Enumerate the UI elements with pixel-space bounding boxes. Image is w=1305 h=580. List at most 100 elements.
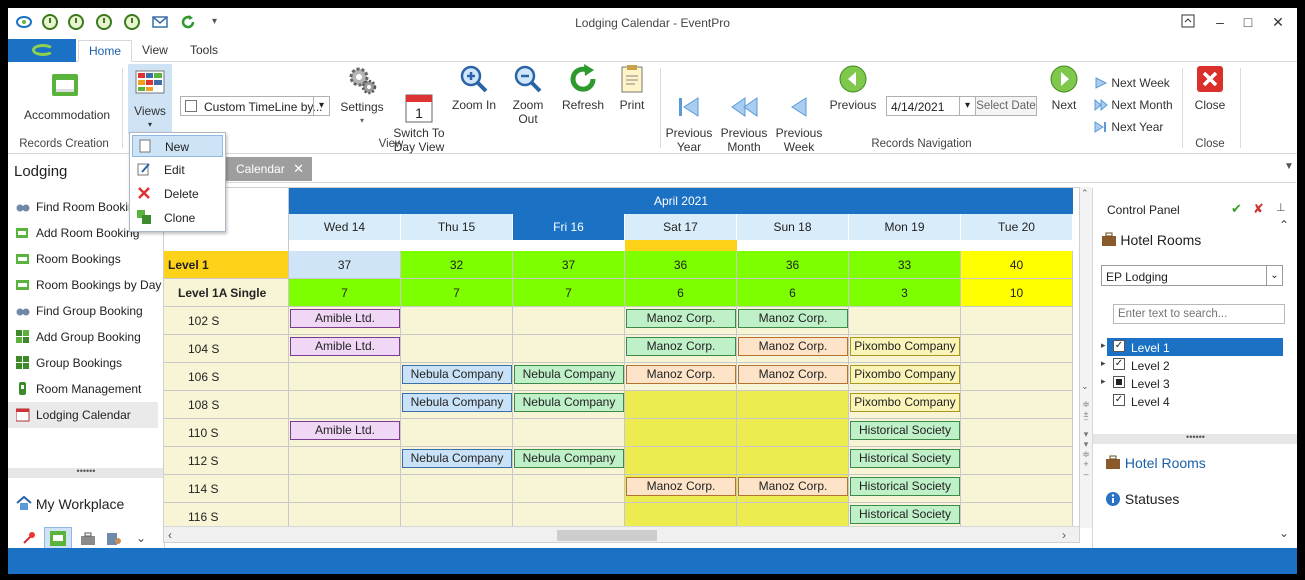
- expand-icon[interactable]: ▸: [1101, 340, 1106, 351]
- booking-block[interactable]: Historical Society: [850, 449, 960, 468]
- day-header[interactable]: Tue 20: [961, 214, 1073, 240]
- minimize-button[interactable]: –: [1210, 14, 1230, 32]
- room-type-availability-cell[interactable]: 7: [289, 279, 401, 307]
- level-availability-cell[interactable]: 33: [849, 251, 961, 279]
- tree-item-level-1[interactable]: ▸ ✓ Level 1: [1101, 338, 1283, 356]
- settings-button[interactable]: Settings ▾: [338, 64, 386, 128]
- room-day-cell[interactable]: [961, 307, 1073, 335]
- room-day-cell[interactable]: [625, 419, 737, 447]
- uncheck-all-icon[interactable]: ✘: [1253, 201, 1264, 217]
- briefcase-icon[interactable]: [80, 531, 96, 547]
- horizontal-scrollbar[interactable]: ‹ ›: [164, 526, 1079, 542]
- menu-item-new[interactable]: New: [132, 135, 223, 157]
- booking-block[interactable]: Pixombo Company: [850, 393, 960, 412]
- room-day-cell[interactable]: [737, 391, 849, 419]
- maximize-button[interactable]: □: [1238, 14, 1258, 32]
- tab-home[interactable]: Home: [78, 40, 133, 62]
- nav-room-bookings-by-day[interactable]: Room Bookings by Day: [8, 272, 161, 298]
- chevron-down-icon[interactable]: ⌄: [1279, 526, 1289, 540]
- booking-block[interactable]: Pixombo Company: [850, 337, 960, 356]
- next-month-button[interactable]: Next Month: [1094, 98, 1173, 112]
- tab-list-dropdown-icon[interactable]: ▼: [1284, 161, 1294, 172]
- day-header[interactable]: Mon 19: [849, 214, 961, 240]
- room-type-availability-cell[interactable]: 7: [401, 279, 513, 307]
- user-card-icon[interactable]: [106, 531, 122, 547]
- room-day-cell[interactable]: [737, 447, 849, 475]
- next-button[interactable]: Next: [1044, 64, 1084, 112]
- level-availability-cell[interactable]: 36: [737, 251, 849, 279]
- tree-item-level-4[interactable]: ✓ Level 4: [1107, 392, 1283, 410]
- booking-block[interactable]: Manoz Corp.: [626, 477, 736, 496]
- room-row-label[interactable]: 110 S: [164, 419, 289, 447]
- scroll-right-icon[interactable]: ›: [1062, 528, 1066, 542]
- chevron-down-icon[interactable]: ⌄: [1266, 266, 1282, 285]
- room-day-cell[interactable]: [513, 475, 625, 503]
- booking-block[interactable]: Nebula Company: [402, 393, 512, 412]
- day-header[interactable]: Sun 18: [737, 214, 849, 240]
- room-day-cell[interactable]: [401, 307, 513, 335]
- level-availability-cell[interactable]: 32: [401, 251, 513, 279]
- room-day-cell[interactable]: [961, 475, 1073, 503]
- booking-block[interactable]: Nebula Company: [514, 365, 624, 384]
- close-tab-icon[interactable]: ✕: [293, 161, 304, 177]
- level-availability-cell[interactable]: 37: [513, 251, 625, 279]
- chevron-down-icon[interactable]: ▾: [959, 97, 975, 115]
- level-availability-cell[interactable]: 36: [625, 251, 737, 279]
- room-day-cell[interactable]: [961, 391, 1073, 419]
- booking-block[interactable]: Historical Society: [850, 477, 960, 496]
- scroll-down-icon[interactable]: ⌄: [1081, 381, 1089, 392]
- nav-room-bookings[interactable]: Room Bookings: [8, 246, 158, 272]
- print-button[interactable]: Print: [612, 64, 652, 112]
- level-availability-cell[interactable]: 37: [289, 251, 401, 279]
- room-day-cell[interactable]: [513, 419, 625, 447]
- room-day-cell[interactable]: [401, 419, 513, 447]
- pin-icon[interactable]: [20, 531, 36, 547]
- booking-block[interactable]: Historical Society: [850, 505, 960, 524]
- menu-item-clone[interactable]: Clone: [132, 207, 223, 229]
- next-year-button[interactable]: Next Year: [1094, 120, 1163, 134]
- expand-icon[interactable]: ▸: [1101, 376, 1106, 387]
- booking-block[interactable]: Historical Society: [850, 421, 960, 440]
- check-all-icon[interactable]: ✔: [1231, 201, 1242, 217]
- room-day-cell[interactable]: [737, 419, 849, 447]
- tree-item-level-3[interactable]: ▸ Level 3: [1101, 374, 1283, 392]
- refresh-button[interactable]: Refresh: [560, 64, 606, 112]
- room-row-label[interactable]: 102 S: [164, 307, 289, 335]
- nav-room-management[interactable]: Room Management: [8, 376, 158, 402]
- close-window-button[interactable]: ✕: [1268, 14, 1288, 32]
- level-4-checkbox[interactable]: ✓: [1113, 394, 1125, 406]
- booking-block[interactable]: Manoz Corp.: [626, 309, 736, 328]
- panel-splitter[interactable]: ••••••: [1093, 433, 1297, 444]
- timeline-select[interactable]: Custom TimeLine by... ▾: [180, 96, 330, 116]
- room-day-cell[interactable]: [961, 335, 1073, 363]
- booking-block[interactable]: Amible Ltd.: [290, 337, 400, 356]
- previous-week-button[interactable]: Previous Week: [774, 64, 824, 168]
- row-size-controls[interactable]: ≑ ± ‾ ▾ ▾ ≑ + –: [1081, 399, 1091, 479]
- level-2-checkbox[interactable]: ✓: [1113, 358, 1125, 370]
- booking-block[interactable]: Amible Ltd.: [290, 421, 400, 440]
- menu-item-edit[interactable]: Edit: [132, 159, 223, 181]
- room-type-availability-cell[interactable]: 6: [625, 279, 737, 307]
- switch-to-day-view-button[interactable]: 1 Switch To Day View: [391, 64, 447, 168]
- level-3-checkbox[interactable]: [1113, 376, 1125, 388]
- room-day-cell[interactable]: [961, 447, 1073, 475]
- level-1-checkbox[interactable]: ✓: [1113, 340, 1125, 352]
- tab-view[interactable]: View: [132, 40, 178, 62]
- booking-block[interactable]: Manoz Corp.: [738, 309, 848, 328]
- accommodation-button[interactable]: Accommodation: [24, 70, 110, 122]
- room-row-label[interactable]: 114 S: [164, 475, 289, 503]
- next-week-button[interactable]: Next Week: [1094, 76, 1170, 90]
- application-menu-button[interactable]: [8, 39, 76, 62]
- statuses-link[interactable]: Statuses: [1105, 491, 1179, 510]
- pin-panel-icon[interactable]: ⊥: [1276, 201, 1286, 214]
- booking-block[interactable]: Manoz Corp.: [626, 337, 736, 356]
- room-day-cell[interactable]: [289, 475, 401, 503]
- my-workplace-item[interactable]: My Workplace: [16, 495, 124, 514]
- room-row-label[interactable]: 104 S: [164, 335, 289, 363]
- room-day-cell[interactable]: [289, 447, 401, 475]
- room-row-label[interactable]: 108 S: [164, 391, 289, 419]
- nav-lodging-calendar[interactable]: Lodging Calendar: [8, 402, 158, 428]
- date-picker[interactable]: 4/14/2021 ▾: [886, 96, 976, 116]
- room-day-cell[interactable]: [401, 475, 513, 503]
- booking-block[interactable]: Manoz Corp.: [626, 365, 736, 384]
